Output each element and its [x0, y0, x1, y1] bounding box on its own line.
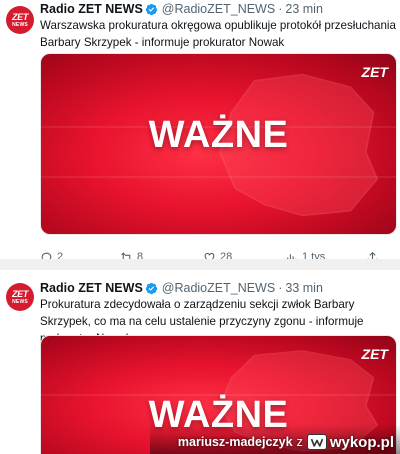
- radio-zet-logo: ZET: [361, 64, 388, 80]
- verified-badge-icon: [145, 3, 158, 16]
- radio-zet-logo: ZET: [361, 346, 388, 362]
- media-headline: WAŻNE: [148, 114, 289, 156]
- avatar-logo-text: ZET: [11, 288, 29, 299]
- avatar-logo-subtext: NEWS: [12, 21, 28, 28]
- wykop-logo-icon: [306, 434, 327, 450]
- wykop-logo: wykop.pl: [306, 433, 394, 451]
- avatar[interactable]: ZET NEWS: [6, 283, 34, 311]
- tweet-text: Warszawska prokuratura okręgowa opubliku…: [40, 19, 396, 49]
- author-name[interactable]: Radio ZET NEWS: [40, 2, 143, 16]
- avatar-logo-text: ZET: [11, 11, 29, 22]
- author-handle[interactable]: @RadioZET_NEWS: [162, 281, 275, 295]
- separator-dot: ·: [278, 2, 283, 16]
- author-name[interactable]: Radio ZET NEWS: [40, 281, 143, 295]
- watermark-joiner: z: [296, 435, 303, 449]
- tweet-header: Radio ZET NEWS @RadioZET_NEWS · 23 min: [40, 0, 323, 18]
- tweet-divider: [0, 259, 400, 270]
- timestamp[interactable]: 23 min: [285, 2, 323, 16]
- tweet-header: Radio ZET NEWS @RadioZET_NEWS · 33 min: [40, 279, 323, 297]
- author-handle[interactable]: @RadioZET_NEWS: [162, 2, 275, 16]
- timestamp[interactable]: 33 min: [285, 281, 323, 295]
- watermark-site: wykop.pl: [329, 433, 394, 451]
- verified-badge-icon: [145, 282, 158, 295]
- separator-dot: ·: [278, 281, 283, 295]
- watermark-username: mariusz-madejczyk: [177, 435, 293, 449]
- wykop-watermark: mariusz-madejczyk z wykop.pl: [178, 432, 394, 452]
- tweet-media-image[interactable]: ZET WAŻNE: [40, 53, 397, 235]
- avatar-logo-subtext: NEWS: [12, 298, 28, 305]
- tweet-1[interactable]: ZET NEWS Radio ZET NEWS @RadioZET_NEWS ·…: [0, 0, 400, 263]
- avatar[interactable]: ZET NEWS: [6, 6, 34, 34]
